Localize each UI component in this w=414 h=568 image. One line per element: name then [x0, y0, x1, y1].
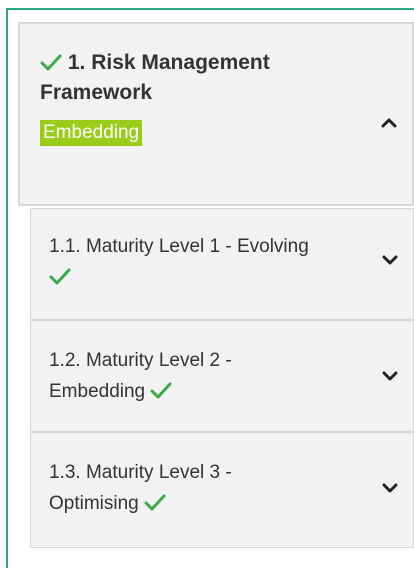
subsection-title: 1.2. Maturity Level 2 - Embedding — [49, 345, 232, 407]
chevron-down-icon[interactable] — [379, 365, 401, 387]
subsection-title-text: 1.2. Maturity Level 2 - — [49, 350, 232, 371]
status-badge: Embedding — [40, 120, 143, 146]
checkmark-icon — [49, 267, 71, 288]
section-header-risk-management-framework[interactable]: 1. Risk Management Framework Embedding — [18, 22, 414, 206]
subsection-maturity-level-3[interactable]: 1.3. Maturity Level 3 - Optimising — [30, 432, 414, 548]
checkmark-icon — [40, 51, 68, 74]
chevron-down-icon[interactable] — [379, 249, 401, 271]
subsection-title-text-2: Embedding — [49, 381, 146, 402]
subsection-title: 1.3. Maturity Level 3 - Optimising — [49, 457, 232, 519]
accordion-panel: 1. Risk Management Framework Embedding 1… — [18, 22, 414, 558]
subsection-title-text: 1.3. Maturity Level 3 - — [49, 462, 232, 483]
checkmark-icon — [150, 381, 172, 402]
section-title-line1: 1. Risk Management — [67, 51, 270, 74]
chevron-down-icon[interactable] — [379, 477, 401, 499]
section-title: 1. Risk Management Framework — [40, 48, 360, 108]
section-title-line2: Framework — [40, 81, 153, 104]
subsection-title: 1.1. Maturity Level 1 - Evolving — [49, 231, 309, 293]
chevron-up-icon[interactable] — [378, 112, 400, 134]
checkmark-icon — [144, 493, 166, 514]
subsection-title-text-2: Optimising — [49, 493, 139, 514]
subsection-maturity-level-2[interactable]: 1.2. Maturity Level 2 - Embedding — [30, 320, 414, 432]
subsection-maturity-level-1[interactable]: 1.1. Maturity Level 1 - Evolving — [30, 208, 414, 320]
subsection-title-text: 1.1. Maturity Level 1 - Evolving — [49, 236, 309, 257]
